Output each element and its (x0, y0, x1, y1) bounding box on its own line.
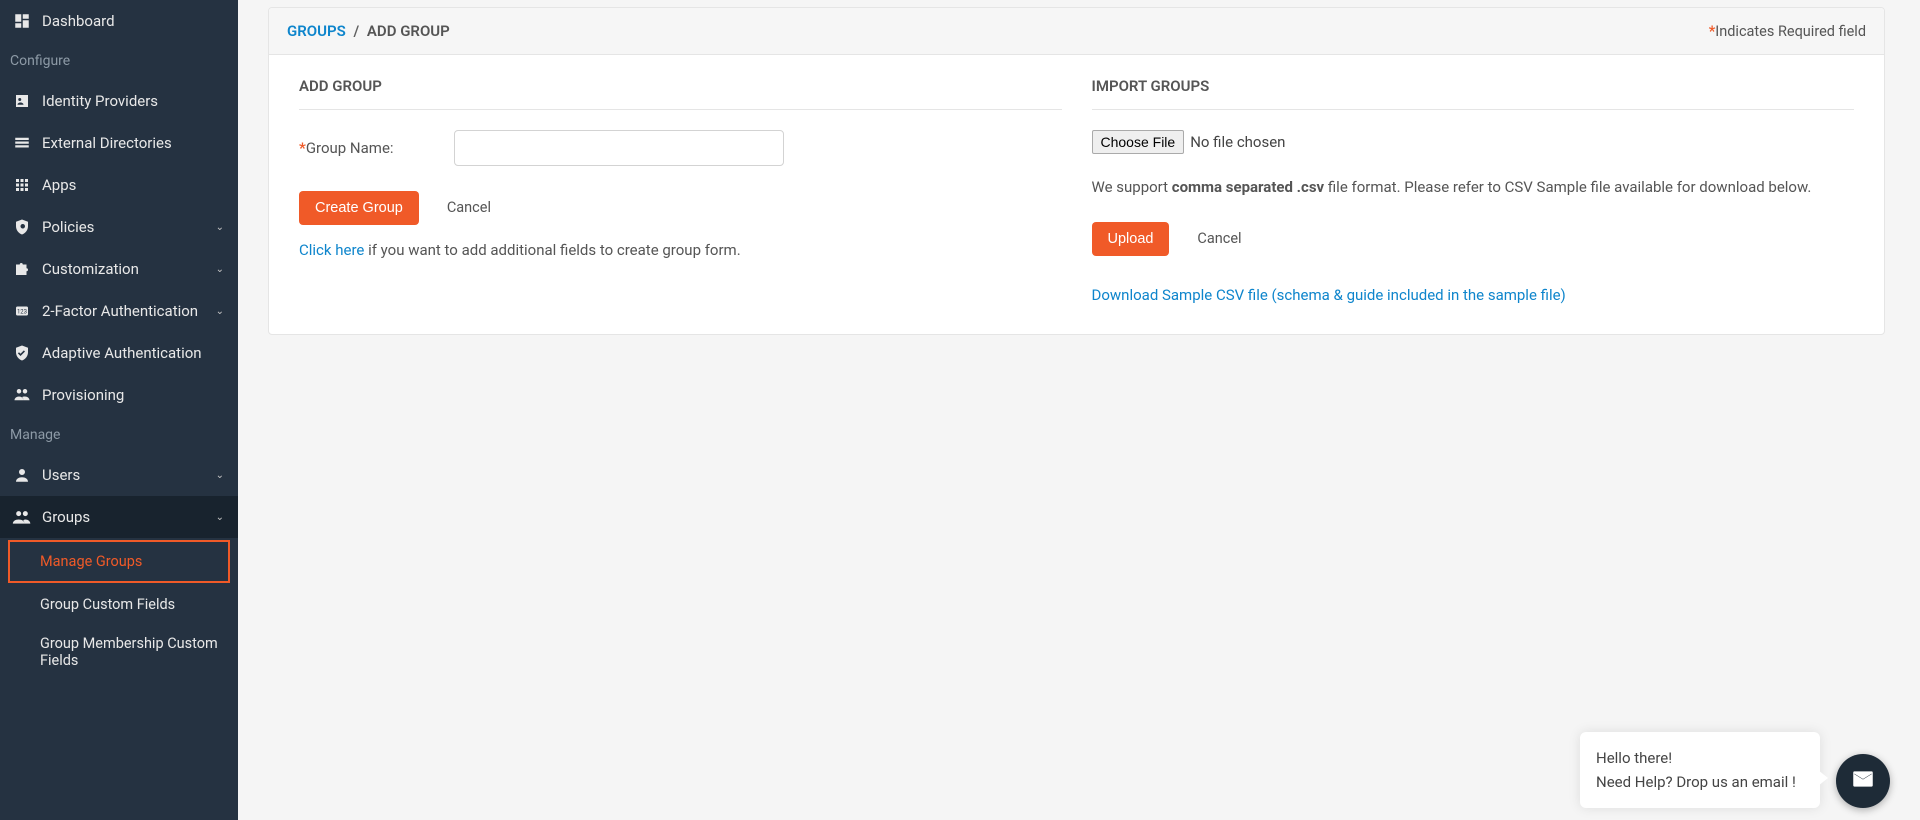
add-fields-hint: Click here if you want to add additional… (299, 241, 1062, 259)
cancel-button[interactable]: Cancel (431, 190, 507, 225)
import-buttons: Upload Cancel (1092, 221, 1855, 256)
sidebar-item-identity-providers[interactable]: Identity Providers (0, 80, 238, 122)
create-group-button[interactable]: Create Group (299, 191, 419, 225)
card-header: GROUPS / ADD GROUP *Indicates Required f… (269, 8, 1884, 55)
sidebar-item-users[interactable]: Users ⌄ (0, 454, 238, 496)
breadcrumb-current: ADD GROUP (367, 22, 450, 40)
group-name-label: *Group Name: (299, 139, 454, 157)
sidebar-item-label: Dashboard (42, 12, 115, 30)
breadcrumb-separator: / (353, 22, 359, 40)
divider (299, 109, 1062, 110)
add-group-buttons: Create Group Cancel (299, 190, 1062, 225)
sidebar-item-external-directories[interactable]: External Directories (0, 122, 238, 164)
sidebar-item-label: Apps (42, 176, 76, 194)
group-name-row: *Group Name: (299, 130, 1062, 166)
choose-file-button[interactable]: Choose File (1092, 130, 1185, 154)
chevron-down-icon: ⌄ (216, 222, 224, 233)
apps-grid-icon (12, 175, 32, 195)
chevron-down-icon: ⌄ (216, 512, 224, 523)
sidebar-item-label: Users (42, 466, 80, 484)
sidebar-item-apps[interactable]: Apps (0, 164, 238, 206)
upload-button[interactable]: Upload (1092, 222, 1170, 256)
mail-icon (1850, 766, 1876, 796)
support-pre: We support (1092, 178, 1172, 196)
cancel-button[interactable]: Cancel (1181, 221, 1257, 256)
sidebar-sub-manage-groups[interactable]: Manage Groups (8, 540, 230, 583)
required-indicator: *Indicates Required field (1709, 23, 1866, 40)
sidebar-item-label: Customization (42, 260, 139, 278)
sidebar-section-configure: Configure (0, 42, 238, 80)
main-content: GROUPS / ADD GROUP *Indicates Required f… (238, 0, 1920, 820)
sidebar-item-label: 2-Factor Authentication (42, 302, 198, 320)
dashboard-icon (12, 11, 32, 31)
file-status-text: No file chosen (1190, 133, 1285, 151)
sidebar-item-2fa[interactable]: 123 2-Factor Authentication ⌄ (0, 290, 238, 332)
chevron-down-icon: ⌄ (216, 264, 224, 275)
chat-popup: Hello there! Need Help? Drop us an email… (1580, 732, 1820, 808)
csv-support-text: We support comma separated .csv file for… (1092, 176, 1855, 199)
sidebar-item-customization[interactable]: Customization ⌄ (0, 248, 238, 290)
chevron-down-icon: ⌄ (216, 306, 224, 317)
sidebar-sub-group-membership-custom-fields[interactable]: Group Membership Custom Fields (0, 624, 238, 680)
file-input-row: Choose File No file chosen (1092, 130, 1855, 154)
sidebar-item-label: Provisioning (42, 386, 124, 404)
chat-line-2: Need Help? Drop us an email ! (1596, 770, 1804, 794)
chat-line-1: Hello there! (1596, 746, 1804, 770)
sidebar-item-label: Groups (42, 508, 90, 526)
puzzle-icon (12, 259, 32, 279)
sidebar-sub-group-custom-fields[interactable]: Group Custom Fields (0, 585, 238, 624)
divider (1092, 109, 1855, 110)
sidebar-item-label: External Directories (42, 134, 172, 152)
sidebar-item-label: Adaptive Authentication (42, 344, 202, 362)
import-groups-column: IMPORT GROUPS Choose File No file chosen… (1092, 77, 1855, 304)
breadcrumb-link-groups[interactable]: GROUPS (287, 22, 346, 40)
people-icon (12, 385, 32, 405)
hint-rest: if you want to add additional fields to … (364, 241, 740, 259)
support-bold: comma separated .csv (1172, 178, 1324, 196)
import-groups-title: IMPORT GROUPS (1092, 77, 1855, 95)
group-icon (12, 507, 32, 527)
required-text: Indicates Required field (1715, 23, 1866, 40)
download-sample-link[interactable]: Download Sample CSV file (schema & guide… (1092, 286, 1566, 304)
sidebar-item-label: Identity Providers (42, 92, 158, 110)
add-group-column: ADD GROUP *Group Name: Create Group Canc… (299, 77, 1062, 304)
person-icon (12, 465, 32, 485)
group-name-input[interactable] (454, 130, 784, 166)
sidebar-item-label: Policies (42, 218, 94, 236)
sidebar-section-manage: Manage (0, 416, 238, 454)
add-group-title: ADD GROUP (299, 77, 1062, 95)
click-here-link[interactable]: Click here (299, 241, 364, 259)
shield-search-icon (12, 217, 32, 237)
sidebar-item-policies[interactable]: Policies ⌄ (0, 206, 238, 248)
svg-text:123: 123 (17, 308, 27, 315)
content-card: GROUPS / ADD GROUP *Indicates Required f… (268, 7, 1885, 335)
breadcrumb: GROUPS / ADD GROUP (287, 22, 450, 40)
chevron-down-icon: ⌄ (216, 470, 224, 481)
card-body: ADD GROUP *Group Name: Create Group Canc… (269, 55, 1884, 334)
sidebar: Dashboard Configure Identity Providers E… (0, 0, 238, 820)
label-text: Group Name: (306, 139, 394, 157)
chat-fab-button[interactable] (1836, 754, 1890, 808)
id-card-icon (12, 91, 32, 111)
sidebar-item-groups[interactable]: Groups ⌄ (0, 496, 238, 538)
sidebar-item-dashboard[interactable]: Dashboard (0, 0, 238, 42)
keypad-icon: 123 (12, 301, 32, 321)
required-star: * (299, 139, 306, 157)
sidebar-item-adaptive-auth[interactable]: Adaptive Authentication (0, 332, 238, 374)
sidebar-item-provisioning[interactable]: Provisioning (0, 374, 238, 416)
shield-check-icon (12, 343, 32, 363)
list-icon (12, 133, 32, 153)
support-post: file format. Please refer to CSV Sample … (1324, 178, 1811, 196)
